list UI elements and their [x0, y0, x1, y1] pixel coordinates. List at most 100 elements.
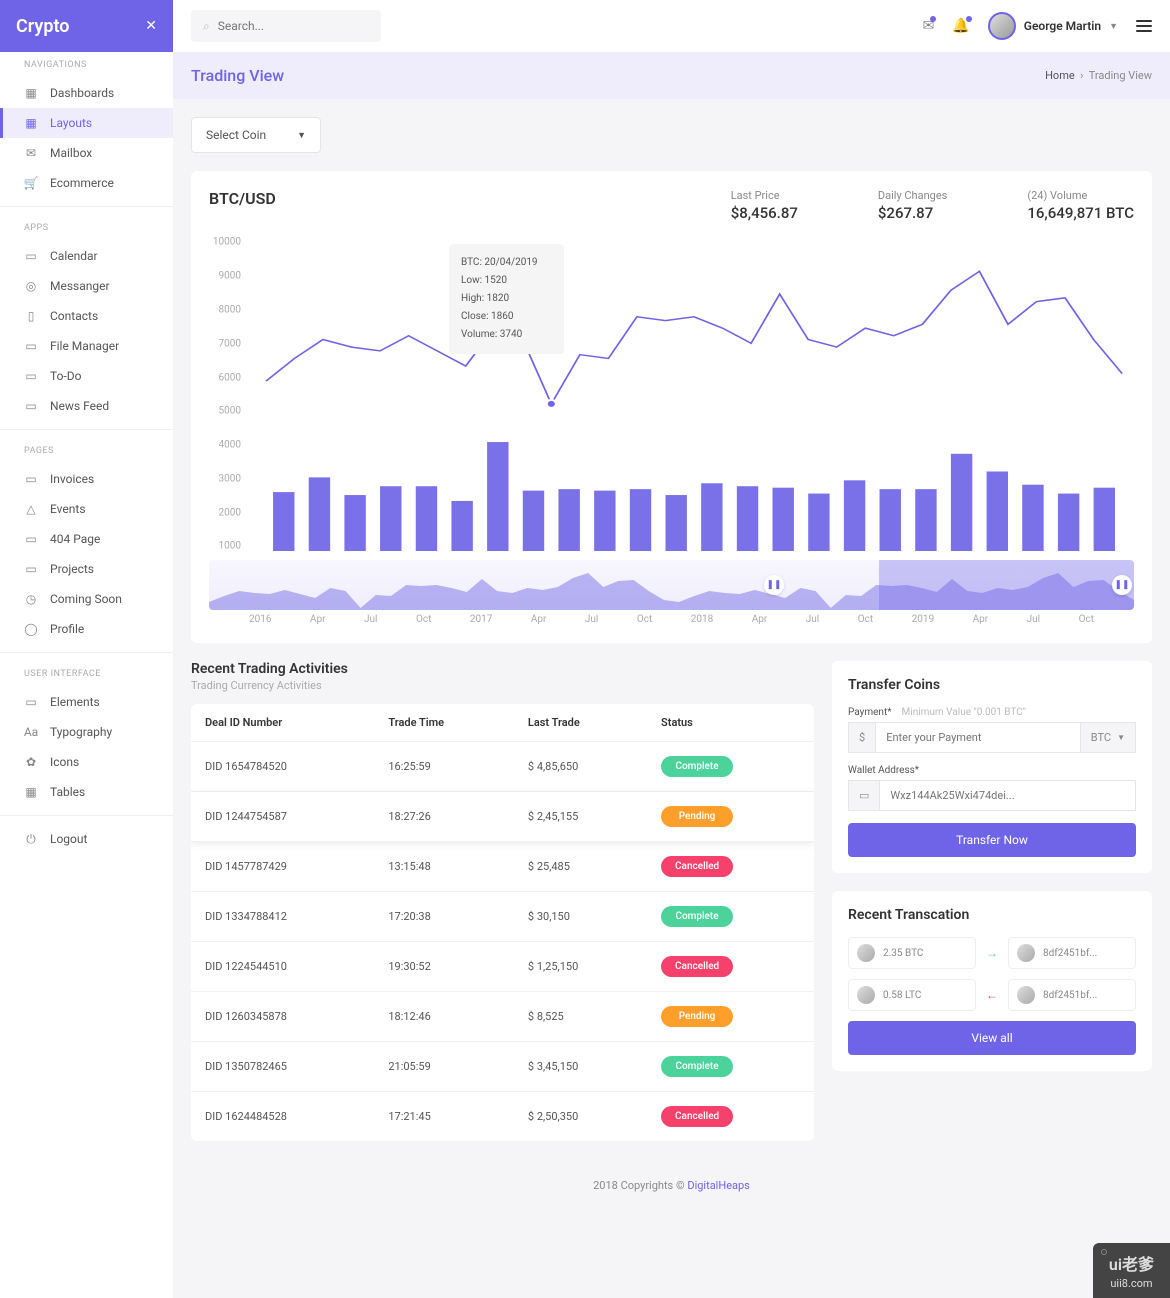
sidebar-item-logout[interactable]: ⏻ Logout [0, 824, 173, 854]
user-name: George Martin [1024, 19, 1101, 33]
activities-table: Deal ID Number Trade Time Last Trade Sta… [191, 704, 814, 1141]
chart-card: BTC/USD Last Price$8,456.87 Daily Change… [191, 171, 1152, 643]
brush-handle-right[interactable]: ❚❚ [1112, 575, 1132, 595]
nav-icon: ✉ [24, 146, 38, 160]
table-row[interactable]: DID 124475458718:27:26$ 2,45,155Pending [191, 792, 814, 842]
sidebar-item-elements[interactable]: ▭ Elements [0, 687, 173, 717]
wallet-input[interactable] [880, 780, 1136, 811]
sidebar-item-projects[interactable]: ▭Projects [0, 554, 173, 584]
search-box[interactable]: ⌕ [191, 10, 381, 42]
nav-icon: ▦ [24, 86, 38, 100]
tx-row: 2.35 BTC→8df2451bf... [848, 937, 1136, 969]
nav-icon: ▭ [24, 532, 38, 546]
tx-from: 0.58 LTC [848, 979, 976, 1011]
sidebar-item-label: Dashboards [50, 86, 114, 100]
table-row[interactable]: DID 133478841217:20:38$ 30,150Complete [191, 892, 814, 942]
view-all-button[interactable]: View all [848, 1021, 1136, 1055]
sidebar-item-label: Elements [50, 695, 100, 709]
sidebar-item-layouts[interactable]: ▦ Layouts [0, 108, 173, 138]
sidebar-item-label: Projects [50, 562, 94, 576]
chevron-down-icon: ▼ [1109, 21, 1118, 32]
footer-link[interactable]: DigitalHeaps [687, 1179, 750, 1192]
sidebar-item-file-manager[interactable]: ▭File Manager [0, 331, 173, 361]
nav-icon: ▭ [24, 695, 38, 709]
nav-icon: ▦ [24, 116, 38, 130]
user-menu[interactable]: George Martin ▼ [988, 12, 1118, 40]
nav-icon: ◷ [24, 592, 38, 606]
sidebar-item-label: Layouts [50, 116, 92, 130]
chart-brush[interactable]: ❚❚ ❚❚ [209, 560, 1134, 610]
sidebar-item-ecommerce[interactable]: 🛒Ecommerce [0, 168, 173, 198]
status-badge: Cancelled [661, 1106, 733, 1127]
nav-icon: ◯ [24, 622, 38, 636]
nav-icon: ▦ [24, 785, 38, 799]
main: ⌕ ✉ 🔔 George Martin ▼ Trading View Home … [173, 0, 1170, 1298]
chart-pair: BTC/USD [209, 189, 651, 208]
sidebar-item-label: Ecommerce [50, 176, 114, 190]
sidebar-item-coming-soon[interactable]: ◷ Coming Soon [0, 584, 173, 614]
sidebar-item-profile[interactable]: ◯Profile [0, 614, 173, 644]
status-badge: Pending [661, 806, 733, 827]
sidebar-item-label: Coming Soon [50, 592, 122, 606]
table-row[interactable]: DID 135078246521:05:59$ 3,45,150Complete [191, 1042, 814, 1092]
search-input[interactable] [218, 19, 369, 33]
sidebar-item-404-page[interactable]: ▭404 Page [0, 524, 173, 554]
sidebar-item-dashboards[interactable]: ▦ Dashboards [0, 78, 173, 108]
trading-activities: Recent Trading Activities Trading Curren… [191, 661, 814, 1141]
sidebar-item-news-feed[interactable]: ▭News Feed [0, 391, 173, 421]
sidebar-item-label: Icons [50, 755, 79, 769]
brush-handle-left[interactable]: ❚❚ [764, 575, 784, 595]
sidebar-item-icons[interactable]: ✿Icons [0, 747, 173, 777]
sidebar-item-invoices[interactable]: ▭Invoices [0, 464, 173, 494]
menu-toggle[interactable] [1136, 20, 1152, 32]
arrow-icon: ← [986, 988, 998, 1002]
select-coin-dropdown[interactable]: Select Coin ▼ [191, 117, 321, 153]
bell-icon[interactable]: 🔔 [952, 18, 969, 34]
payment-input[interactable] [876, 722, 1081, 753]
tx-to: 8df2451bf... [1008, 979, 1136, 1011]
sidebar-item-label: Contacts [50, 309, 98, 323]
transfer-panel: Transfer Coins Payment*Minimum Value "0.… [832, 661, 1152, 873]
logo-bar: Crypto ✕ [0, 0, 173, 52]
table-row[interactable]: DID 122454451019:30:52$ 1,25,150Cancelle… [191, 942, 814, 992]
sidebar-item-events[interactable]: △Events [0, 494, 173, 524]
table-row[interactable]: DID 145778742913:15:48$ 25,485Cancelled [191, 842, 814, 892]
avatar [988, 12, 1016, 40]
chart-x-axis: 2016AprJulOct2017AprJulOct2018AprJulOct2… [209, 610, 1134, 625]
sidebar-item-typography[interactable]: AaTypography [0, 717, 173, 747]
table-row[interactable]: DID 126034587818:12:46$ 8,525Pending [191, 992, 814, 1042]
divider [0, 815, 173, 816]
nav-icon: Aa [24, 725, 38, 739]
logout-icon: ⏻ [24, 832, 38, 846]
mail-icon[interactable]: ✉ [923, 18, 935, 34]
price-chart[interactable]: 1000200030004000500060007000800090001000… [209, 236, 1134, 556]
status-badge: Cancelled [661, 856, 733, 877]
nav-section-header: USER INTERFACE [0, 661, 173, 687]
sidebar-item-contacts[interactable]: ▯Contacts [0, 301, 173, 331]
sidebar-item-label: Events [50, 502, 86, 516]
breadcrumb-home[interactable]: Home [1045, 69, 1075, 82]
table-row[interactable]: DID 162448452817:21:45$ 2,50,350Cancelle… [191, 1092, 814, 1142]
sidebar-item-messanger[interactable]: ◎Messanger [0, 271, 173, 301]
tx-from: 2.35 BTC [848, 937, 976, 969]
currency-icon: $ [848, 722, 876, 753]
currency-select[interactable]: BTC▼ [1081, 722, 1136, 753]
sidebar-item-mailbox[interactable]: ✉ Mailbox [0, 138, 173, 168]
sidebar-item-to-do[interactable]: ▭To-Do [0, 361, 173, 391]
breadcrumb-current: Trading View [1089, 69, 1152, 82]
activities-subtitle: Trading Currency Activities [191, 679, 814, 692]
transfer-button[interactable]: Transfer Now [848, 823, 1136, 857]
avatar [857, 944, 875, 962]
avatar [1017, 944, 1035, 962]
recent-tx-panel: Recent Transcation 2.35 BTC→8df2451bf...… [832, 891, 1152, 1071]
tools-icon[interactable]: ✕ [145, 18, 157, 34]
sidebar-item-calendar[interactable]: ▭Calendar [0, 241, 173, 271]
nav-icon: ▭ [24, 472, 38, 486]
page-header: Trading View Home › Trading View [173, 52, 1170, 99]
table-row[interactable]: DID 165478452016:25:59$ 4,85,650Complete [191, 742, 814, 792]
sidebar-item-tables[interactable]: ▦Tables [0, 777, 173, 807]
status-badge: Pending [661, 1006, 733, 1027]
sidebar-item-label: Mailbox [50, 146, 92, 160]
page-title: Trading View [191, 66, 284, 85]
sidebar-item-label: File Manager [50, 339, 119, 353]
